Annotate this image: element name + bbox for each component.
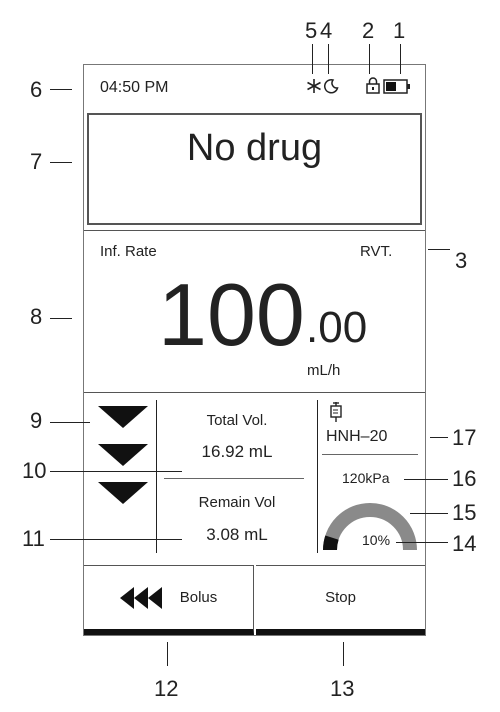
leader-line — [50, 89, 72, 90]
flow-arrow-icon — [98, 444, 148, 466]
leader-line — [50, 471, 182, 472]
remain-volume-value: 3.08 mL — [206, 525, 268, 544]
pump-screen: 04:50 PM No drug Inf. Rate RVT. 100 .00 … — [83, 64, 426, 636]
bolus-arrows-icon — [119, 586, 166, 609]
battery-icon — [383, 79, 411, 99]
leader-line — [404, 479, 448, 480]
flow-arrow-icon — [98, 406, 148, 428]
moon-icon — [323, 78, 339, 99]
callout-16: 16 — [452, 466, 477, 491]
leader-line — [50, 162, 72, 163]
bolus-label: Bolus — [179, 589, 218, 606]
stop-button[interactable]: Stop — [256, 565, 425, 635]
callout-6: 6 — [30, 77, 43, 102]
status-time: 04:50 PM — [100, 79, 169, 96]
status-bar: 04:50 PM — [84, 65, 425, 109]
bolus-button[interactable]: Bolus — [84, 565, 254, 635]
leader-line — [50, 318, 72, 319]
callout-3: 3 — [455, 248, 468, 273]
callout-10: 10 — [22, 458, 47, 483]
callout-17: 17 — [452, 425, 477, 450]
leader-line — [410, 513, 448, 514]
syringe-icon — [329, 402, 343, 427]
rate-label: Inf. Rate — [100, 243, 157, 260]
rate-value-integer: 100 — [158, 265, 305, 364]
rate-mode: RVT. — [360, 243, 393, 260]
callout-13: 13 — [330, 676, 355, 701]
callout-12: 12 — [154, 676, 179, 701]
total-volume-label: Total Vol. — [206, 412, 268, 429]
callout-8: 8 — [30, 304, 43, 329]
syringe-model: HNH–20 — [326, 428, 388, 445]
leader-line — [428, 249, 450, 250]
rate-unit: mL/h — [307, 362, 341, 379]
leader-line — [50, 539, 182, 540]
callout-14: 14 — [452, 531, 477, 556]
stop-label: Stop — [325, 589, 356, 606]
flow-indicator — [98, 406, 150, 506]
leader-line — [343, 642, 344, 666]
total-volume-value: 16.92 mL — [201, 442, 273, 461]
callout-4: 4 — [320, 18, 333, 43]
callout-5: 5 — [305, 18, 318, 43]
callout-2: 2 — [362, 18, 375, 43]
leader-line — [328, 44, 329, 74]
callout-7: 7 — [30, 149, 43, 174]
remain-volume-label: Remain Vol — [198, 494, 276, 511]
lock-icon — [366, 77, 380, 99]
leader-line — [167, 642, 168, 666]
callout-9: 9 — [30, 408, 43, 433]
drug-name: No drug — [186, 127, 323, 169]
infusion-rate-panel[interactable]: Inf. Rate RVT. 100 .00 mL/h — [84, 230, 425, 393]
callout-1: 1 — [393, 18, 406, 43]
leader-line — [400, 44, 401, 74]
callout-11: 11 — [22, 526, 45, 551]
leader-line — [396, 542, 448, 543]
divider — [322, 454, 418, 455]
divider — [164, 478, 304, 479]
callout-15: 15 — [452, 500, 477, 525]
pressure-value: 120kPa — [342, 470, 390, 486]
snowflake-icon — [306, 78, 322, 99]
rate-value-decimal: .00 — [306, 303, 368, 352]
flow-arrow-icon — [98, 482, 148, 504]
leader-line — [50, 422, 90, 423]
occlusion-percent: 10% — [360, 532, 393, 548]
leader-line — [430, 437, 448, 438]
drug-panel[interactable]: No drug — [87, 113, 422, 225]
leader-line — [369, 44, 370, 74]
leader-line — [312, 44, 313, 74]
